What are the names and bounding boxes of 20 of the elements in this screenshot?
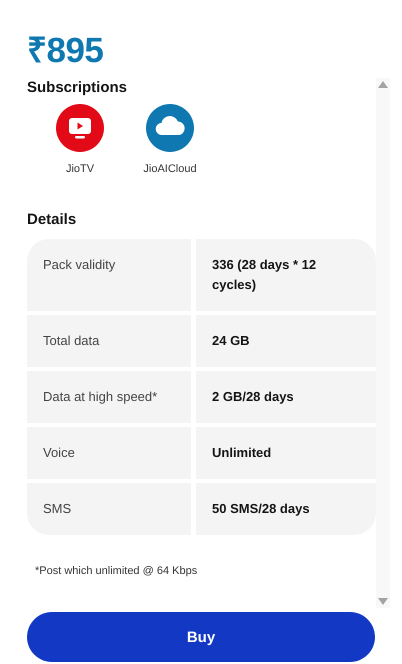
detail-label: Voice xyxy=(27,427,191,479)
scroll-up-icon[interactable] xyxy=(378,81,388,88)
section-heading: Details xyxy=(27,210,76,230)
detail-value: 336 (28 days * 12 cycles) xyxy=(196,239,376,311)
subscription-name: JioTV xyxy=(66,163,94,175)
detail-value: 24 GB xyxy=(196,315,376,367)
scroll-down-icon[interactable] xyxy=(378,598,388,605)
detail-value: 50 SMS/28 days xyxy=(196,483,376,535)
detail-label: Pack validity xyxy=(27,239,191,311)
detail-label: Total data xyxy=(27,315,191,367)
footnote: *Post which unlimited @ 64 Kbps xyxy=(35,565,198,577)
detail-label: SMS xyxy=(27,483,191,535)
plan-price: ₹895 xyxy=(27,33,104,69)
detail-label: Data at high speed* xyxy=(27,371,191,423)
subscription-name: JioAICloud xyxy=(143,163,197,175)
detail-value: 2 GB/28 days xyxy=(196,371,376,423)
section-heading: Subscriptions xyxy=(27,78,128,98)
scrollbar[interactable] xyxy=(376,78,390,608)
detail-value: Unlimited xyxy=(196,427,376,479)
buy-button[interactable]: Buy xyxy=(27,612,375,662)
